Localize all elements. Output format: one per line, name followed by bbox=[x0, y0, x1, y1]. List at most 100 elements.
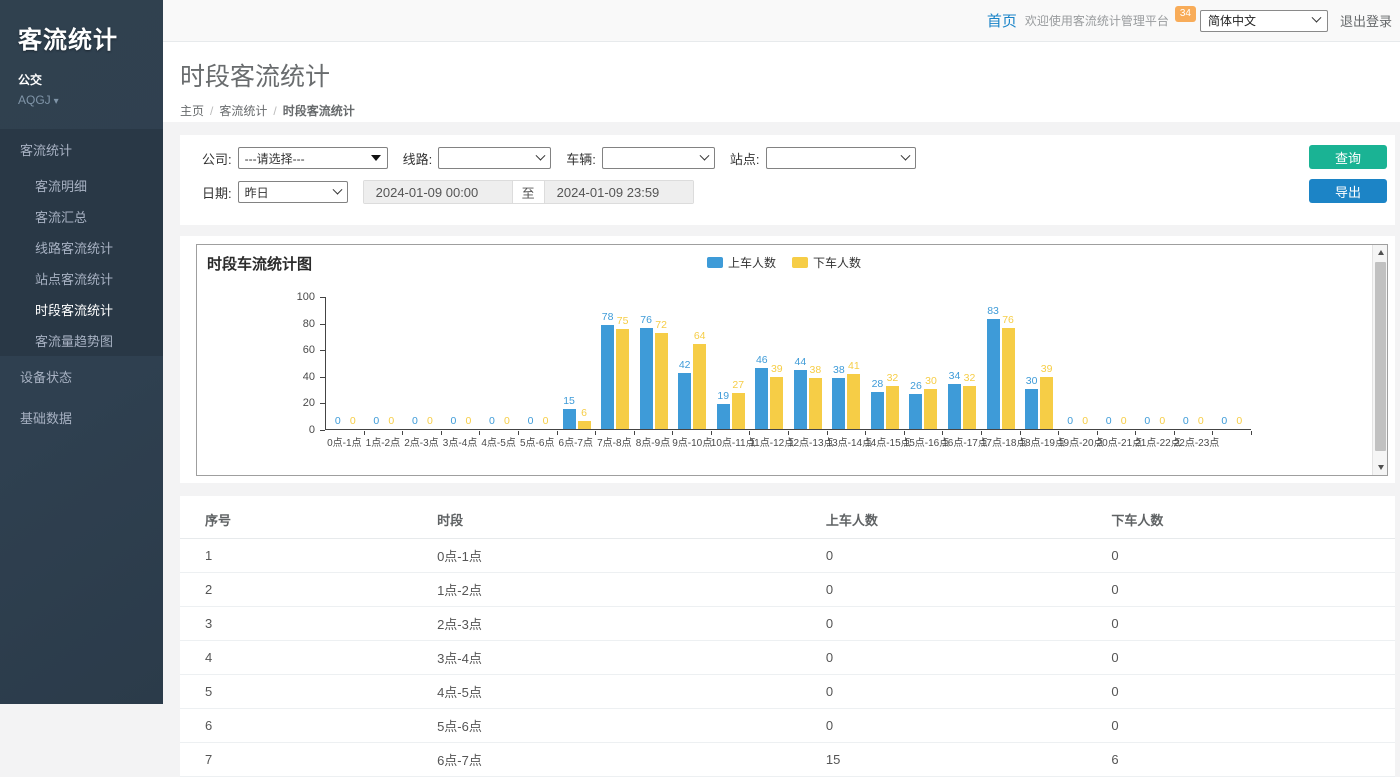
y-axis-tick-mark bbox=[320, 430, 325, 431]
sidebar-section-设备状态[interactable]: 设备状态 bbox=[0, 356, 163, 397]
x-axis-tick-mark bbox=[711, 431, 712, 435]
query-button[interactable]: 查询 bbox=[1309, 145, 1387, 169]
table-cell: 0 bbox=[1103, 675, 1395, 709]
bar-下车人数-14点-15点[interactable]: 32 bbox=[886, 386, 899, 429]
bar-上车人数-15点-16点[interactable]: 26 bbox=[909, 394, 922, 429]
bar-value-label: 39 bbox=[771, 363, 783, 375]
bar-value-label: 0 bbox=[1082, 415, 1088, 427]
table-row[interactable]: 43点-4点00 bbox=[180, 641, 1395, 675]
legend-item-下车人数[interactable]: 下车人数 bbox=[792, 254, 861, 271]
date-start-input[interactable]: 2024-01-09 00:00 bbox=[364, 181, 512, 203]
bar-value-label: 0 bbox=[373, 415, 379, 427]
bar-value-label: 26 bbox=[910, 380, 922, 392]
date-end-input[interactable]: 2024-01-09 23:59 bbox=[545, 181, 693, 203]
x-axis-tick-label bbox=[1212, 434, 1251, 449]
sidebar-section-基础数据[interactable]: 基础数据 bbox=[0, 397, 163, 438]
x-axis-tick-mark bbox=[557, 431, 558, 435]
bar-上车人数-14点-15点[interactable]: 28 bbox=[871, 392, 884, 429]
menu-group: 设备状态 bbox=[0, 356, 163, 397]
bar-value-label: 0 bbox=[1144, 415, 1150, 427]
station-select[interactable] bbox=[766, 147, 916, 169]
bar-下车人数-17点-18点[interactable]: 76 bbox=[1002, 328, 1015, 429]
legend-label: 上车人数 bbox=[728, 254, 776, 271]
breadcrumb-item[interactable]: 主页 bbox=[180, 104, 204, 118]
sidebar-item-线路客流统计[interactable]: 线路客流统计 bbox=[0, 232, 163, 263]
bar-上车人数-8点-9点[interactable]: 76 bbox=[640, 328, 653, 429]
bar-上车人数-10点-11点[interactable]: 19 bbox=[717, 404, 730, 429]
date-preset-select[interactable]: 昨日 bbox=[238, 181, 348, 203]
chart-vertical-scrollbar[interactable] bbox=[1372, 245, 1387, 475]
bar-下车人数-10点-11点[interactable]: 27 bbox=[732, 393, 745, 429]
line-label: 线路: bbox=[403, 149, 433, 168]
bar-上车人数-9点-10点[interactable]: 42 bbox=[678, 373, 691, 429]
sidebar-item-客流量趋势图[interactable]: 客流量趋势图 bbox=[0, 325, 163, 356]
company-select[interactable]: ---请选择--- bbox=[238, 147, 388, 169]
line-select[interactable] bbox=[438, 147, 551, 169]
bar-上车人数-12点-13点[interactable]: 44 bbox=[794, 370, 807, 429]
bar-value-label: 76 bbox=[1002, 314, 1014, 326]
bar-group-23点-24点: 00 bbox=[1213, 296, 1252, 429]
bar-group-4点-5点: 00 bbox=[480, 296, 519, 429]
scroll-up-icon[interactable] bbox=[1373, 245, 1388, 260]
bar-上车人数-18点-19点[interactable]: 30 bbox=[1025, 389, 1038, 429]
x-axis-tick-mark bbox=[1097, 431, 1098, 435]
bar-下车人数-8点-9点[interactable]: 72 bbox=[655, 333, 668, 429]
logout-link[interactable]: 退出登录 bbox=[1340, 11, 1392, 30]
bar-下车人数-11点-12点[interactable]: 39 bbox=[770, 377, 783, 429]
table-row[interactable]: 76点-7点156 bbox=[180, 743, 1395, 777]
scroll-down-icon[interactable] bbox=[1373, 460, 1388, 475]
bar-下车人数-6点-7点[interactable]: 6 bbox=[578, 421, 591, 429]
user-dropdown[interactable]: AQGJ▾ bbox=[18, 93, 145, 107]
bar-下车人数-13点-14点[interactable]: 41 bbox=[847, 374, 860, 429]
table-row[interactable]: 65点-6点00 bbox=[180, 709, 1395, 743]
sidebar-section-客流统计[interactable]: 客流统计 bbox=[0, 129, 163, 170]
caret-down-icon: ▾ bbox=[54, 96, 59, 107]
language-select[interactable]: 简体中文 bbox=[1200, 10, 1328, 32]
bar-下车人数-16点-17点[interactable]: 32 bbox=[963, 386, 976, 429]
scrollbar-thumb[interactable] bbox=[1375, 262, 1386, 451]
table-cell: 0 bbox=[818, 573, 1104, 607]
bar-value-label: 75 bbox=[617, 315, 629, 327]
sidebar-item-客流明细[interactable]: 客流明细 bbox=[0, 170, 163, 201]
bar-下车人数-7点-8点[interactable]: 75 bbox=[616, 329, 629, 429]
sidebar-item-客流汇总[interactable]: 客流汇总 bbox=[0, 201, 163, 232]
bar-下车人数-18点-19点[interactable]: 39 bbox=[1040, 377, 1053, 429]
table-row[interactable]: 54点-5点00 bbox=[180, 675, 1395, 709]
bar-上车人数-6点-7点[interactable]: 15 bbox=[563, 409, 576, 429]
table-row[interactable]: 32点-3点00 bbox=[180, 607, 1395, 641]
table-row[interactable]: 10点-1点00 bbox=[180, 539, 1395, 573]
bar-上车人数-13点-14点[interactable]: 38 bbox=[832, 378, 845, 429]
top-navbar: 首页 欢迎使用客流统计管理平台 34 简体中文 退出登录 bbox=[163, 0, 1400, 42]
table-cell: 7 bbox=[180, 743, 429, 777]
legend-item-上车人数[interactable]: 上车人数 bbox=[707, 254, 776, 271]
bar-下车人数-15点-16点[interactable]: 30 bbox=[924, 389, 937, 429]
sidebar-item-站点客流统计[interactable]: 站点客流统计 bbox=[0, 263, 163, 294]
table-cell: 15 bbox=[818, 743, 1104, 777]
bar-group-15点-16点: 2630 bbox=[904, 296, 943, 429]
notification-badge[interactable]: 34 bbox=[1175, 6, 1196, 22]
y-axis-tick-mark bbox=[320, 350, 325, 351]
bar-上车人数-17点-18点[interactable]: 83 bbox=[987, 319, 1000, 429]
bar-value-label: 0 bbox=[489, 415, 495, 427]
bar-group-10点-11点: 1927 bbox=[711, 296, 750, 429]
sidebar-item-时段客流统计[interactable]: 时段客流统计 bbox=[0, 294, 163, 325]
bar-下车人数-9点-10点[interactable]: 64 bbox=[693, 344, 706, 429]
bar-value-label: 76 bbox=[640, 314, 652, 326]
bar-下车人数-12点-13点[interactable]: 38 bbox=[809, 378, 822, 429]
x-axis-tick-mark bbox=[865, 431, 866, 435]
table-body: 10点-1点0021点-2点0032点-3点0043点-4点0054点-5点00… bbox=[180, 539, 1395, 777]
export-button[interactable]: 导出 bbox=[1309, 179, 1387, 203]
bar-上车人数-16点-17点[interactable]: 34 bbox=[948, 384, 961, 429]
bar-value-label: 42 bbox=[679, 359, 691, 371]
bar-上车人数-7点-8点[interactable]: 78 bbox=[601, 325, 614, 429]
bar-value-label: 39 bbox=[1041, 363, 1053, 375]
vehicle-select[interactable] bbox=[602, 147, 715, 169]
breadcrumb-item[interactable]: 客流统计 bbox=[219, 104, 267, 118]
x-axis-tick-mark bbox=[1174, 431, 1175, 435]
bar-group-5点-6点: 00 bbox=[519, 296, 558, 429]
table-row[interactable]: 21点-2点00 bbox=[180, 573, 1395, 607]
bar-value-label: 0 bbox=[543, 415, 549, 427]
home-link[interactable]: 首页 bbox=[987, 10, 1017, 31]
bar-上车人数-11点-12点[interactable]: 46 bbox=[755, 368, 768, 429]
bar-group-19点-20点: 00 bbox=[1058, 296, 1097, 429]
